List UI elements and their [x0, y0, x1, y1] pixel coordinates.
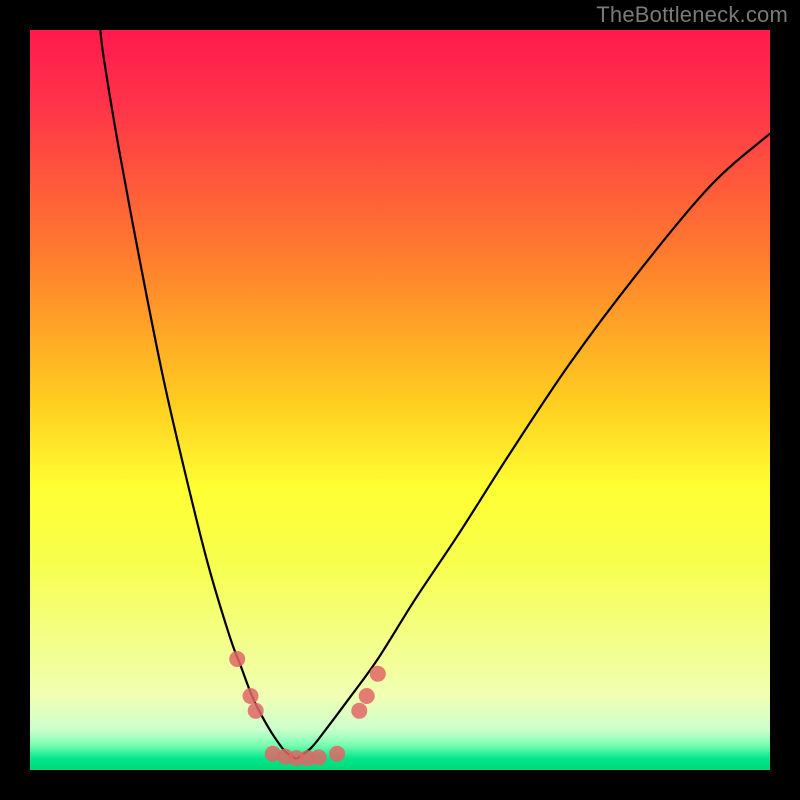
data-marker: [370, 666, 386, 682]
data-marker: [243, 688, 259, 704]
bottleneck-chart: [0, 0, 800, 800]
watermark-text: TheBottleneck.com: [596, 2, 788, 28]
data-marker: [248, 703, 264, 719]
data-marker: [329, 746, 345, 762]
data-marker: [311, 749, 327, 765]
data-marker: [229, 651, 245, 667]
data-marker: [351, 703, 367, 719]
gradient-background: [30, 30, 770, 770]
data-marker: [359, 688, 375, 704]
chart-frame: TheBottleneck.com: [0, 0, 800, 800]
